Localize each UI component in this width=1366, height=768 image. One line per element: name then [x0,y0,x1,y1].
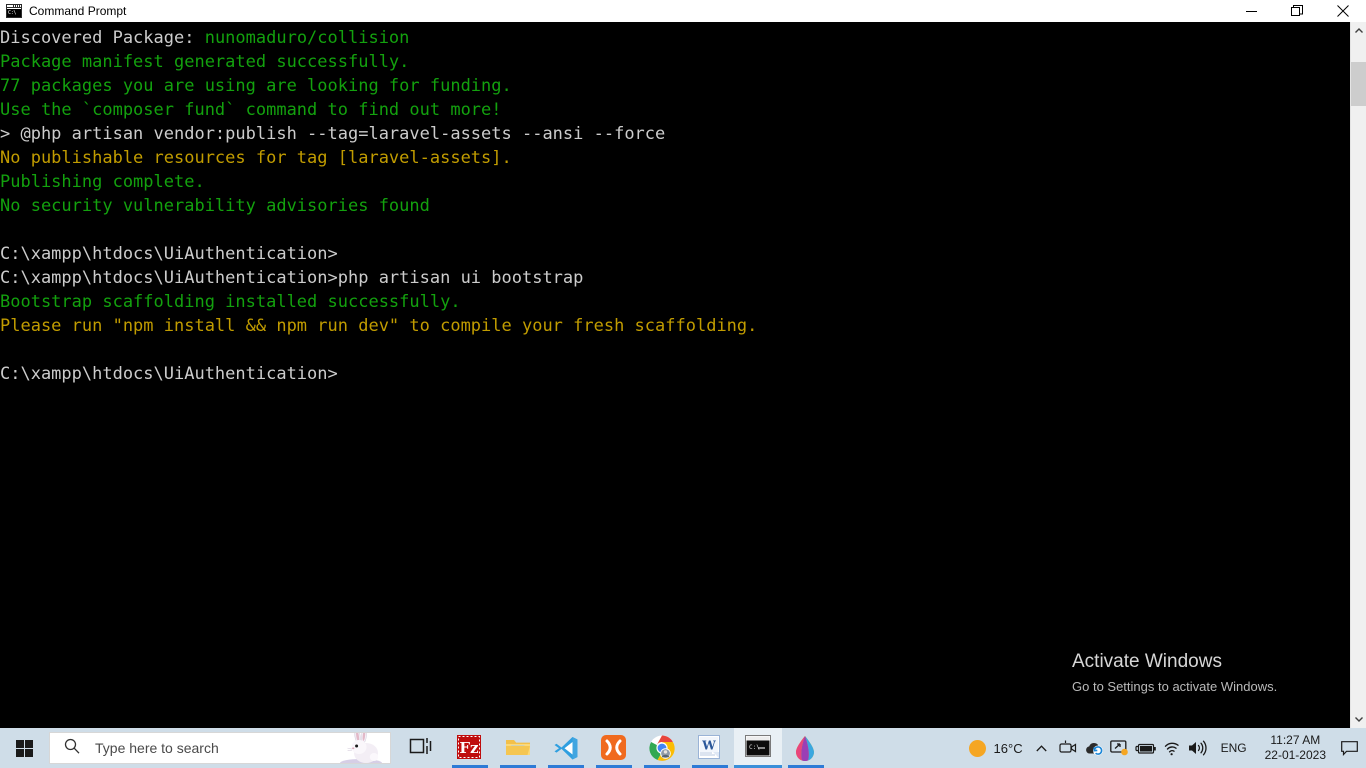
taskbar-item-filezilla[interactable]: Fz [446,728,494,768]
camera-icon[interactable] [1055,731,1081,765]
terminal-text: Package manifest generated successfully. [0,52,410,72]
clock-time: 11:27 AM [1270,733,1321,747]
terminal-text: No publishable resources for tag [larave… [0,148,512,168]
watermark-subtitle: Go to Settings to activate Windows. [1072,679,1278,694]
terminal-text: 77 packages you are using are looking fo… [0,76,512,96]
search-input[interactable]: Type here to search [49,732,391,764]
terminal-line: Discovered Package: nunomaduro/collision [0,26,1350,50]
terminal-line: Please run "npm install && npm run dev" … [0,314,1350,338]
battery-icon[interactable] [1133,731,1159,765]
scroll-up-arrow-icon[interactable] [1351,22,1366,39]
taskbar-item-visual-studio-code[interactable] [542,728,590,768]
wifi-icon[interactable] [1159,731,1185,765]
taskbar-item-xampp[interactable] [590,728,638,768]
terminal-scrollbar[interactable] [1350,22,1366,728]
window-title: Command Prompt [29,4,127,18]
windows-logo-icon [15,739,33,757]
terminal-text: Discovered Package: [0,28,205,48]
search-placeholder: Type here to search [95,740,219,756]
cmd-icon-text: C:\ [7,9,21,17]
terminal-output[interactable]: Discovered Package: nunomaduro/collision… [0,22,1350,728]
close-button[interactable] [1320,0,1366,22]
svg-text:W: W [701,739,716,753]
activate-windows-watermark: Activate Windows Go to Settings to activ… [1072,650,1277,697]
terminal-text: C:\xampp\htdocs\UiAuthentication>php art… [0,268,584,288]
display-settings-icon[interactable] [1107,731,1133,765]
screen: C:\ Command Prompt Discovered Package: n… [0,0,1366,768]
taskbar-item-google-chrome[interactable] [638,728,686,768]
taskbar-items: Fz W C:\ [398,728,830,768]
command-prompt-icon: C:\ [745,735,771,761]
visual-studio-code-icon [553,735,579,761]
weather-temperature: 16°C [993,740,1023,756]
taskbar-item-command-prompt[interactable]: C:\ [734,728,782,768]
terminal-text: Bootstrap scaffolding installed successf… [0,292,461,312]
terminal-line: C:\xampp\htdocs\UiAuthentication> [0,242,1350,266]
file-explorer-icon [505,735,531,761]
terminal-line: Use the `composer fund` command to find … [0,98,1350,122]
taskbar-item-microsoft-word[interactable]: W [686,728,734,768]
terminal-text: C:\xampp\htdocs\UiAuthentication> [0,244,338,264]
google-chrome-icon [649,735,675,761]
show-hidden-icons-button[interactable] [1029,731,1055,765]
language-indicator[interactable]: ENG [1211,741,1257,755]
terminal-line: Package manifest generated successfully. [0,50,1350,74]
watermark-title: Activate Windows [1072,651,1222,672]
taskbar: Type here to search Fz W C:\ 16°C ENG 11… [0,728,1366,768]
terminal-line: > @php artisan vendor:publish --tag=lara… [0,122,1350,146]
scrollbar-thumb[interactable] [1351,62,1366,106]
task-view-icon [409,735,435,761]
xampp-icon [601,735,627,761]
terminal-line: Bootstrap scaffolding installed successf… [0,290,1350,314]
terminal-text: nunomaduro/collision [204,28,410,48]
weather-widget[interactable]: 16°C [961,739,1029,757]
clock-date: 22-01-2023 [1264,748,1326,762]
filezilla-icon: Fz [457,735,483,761]
onedrive-sync-icon[interactable] [1081,731,1107,765]
terminal-line: Publishing complete. [0,170,1350,194]
svg-text:Fz: Fz [459,739,479,757]
restore-button[interactable] [1274,0,1320,22]
sun-icon [968,739,986,757]
scroll-down-arrow-icon[interactable] [1351,711,1366,728]
taskbar-item-task-view[interactable] [398,728,446,768]
terminal-text: No security vulnerability advisories fou… [0,196,430,216]
microsoft-word-icon: W [697,735,723,761]
terminal-line: No publishable resources for tag [larave… [0,146,1350,170]
paint-3d-icon [793,735,819,762]
search-icon [64,738,80,759]
start-button[interactable] [0,728,48,768]
volume-icon[interactable] [1185,731,1211,765]
terminal-text: Use the `composer fund` command to find … [0,100,502,120]
clock[interactable]: 11:27 AM 22-01-2023 [1257,733,1334,763]
terminal-text: C:\xampp\htdocs\UiAuthentication> [0,364,338,384]
window-titlebar[interactable]: C:\ Command Prompt [0,0,1366,22]
taskbar-item-paint-3d[interactable] [782,728,830,768]
window-controls [1228,0,1366,22]
terminal-line: C:\xampp\htdocs\UiAuthentication> [0,362,1350,386]
taskbar-item-file-explorer[interactable] [494,728,542,768]
minimize-button[interactable] [1228,0,1274,22]
terminal-line: No security vulnerability advisories fou… [0,194,1350,218]
terminal-line: 77 packages you are using are looking fo… [0,74,1350,98]
cmd-icon: C:\ [6,4,22,18]
terminal-text: Please run "npm install && npm run dev" … [0,316,758,336]
terminal-text: Publishing complete. [0,172,205,192]
notification-center-button[interactable] [1334,728,1364,768]
rabbit-illustration [338,733,384,763]
terminal-text: > @php artisan vendor:publish --tag=lara… [0,124,666,144]
terminal-line: C:\xampp\htdocs\UiAuthentication>php art… [0,266,1350,290]
system-tray: 16°C ENG 11:27 AM 22-01-2023 [961,728,1366,768]
